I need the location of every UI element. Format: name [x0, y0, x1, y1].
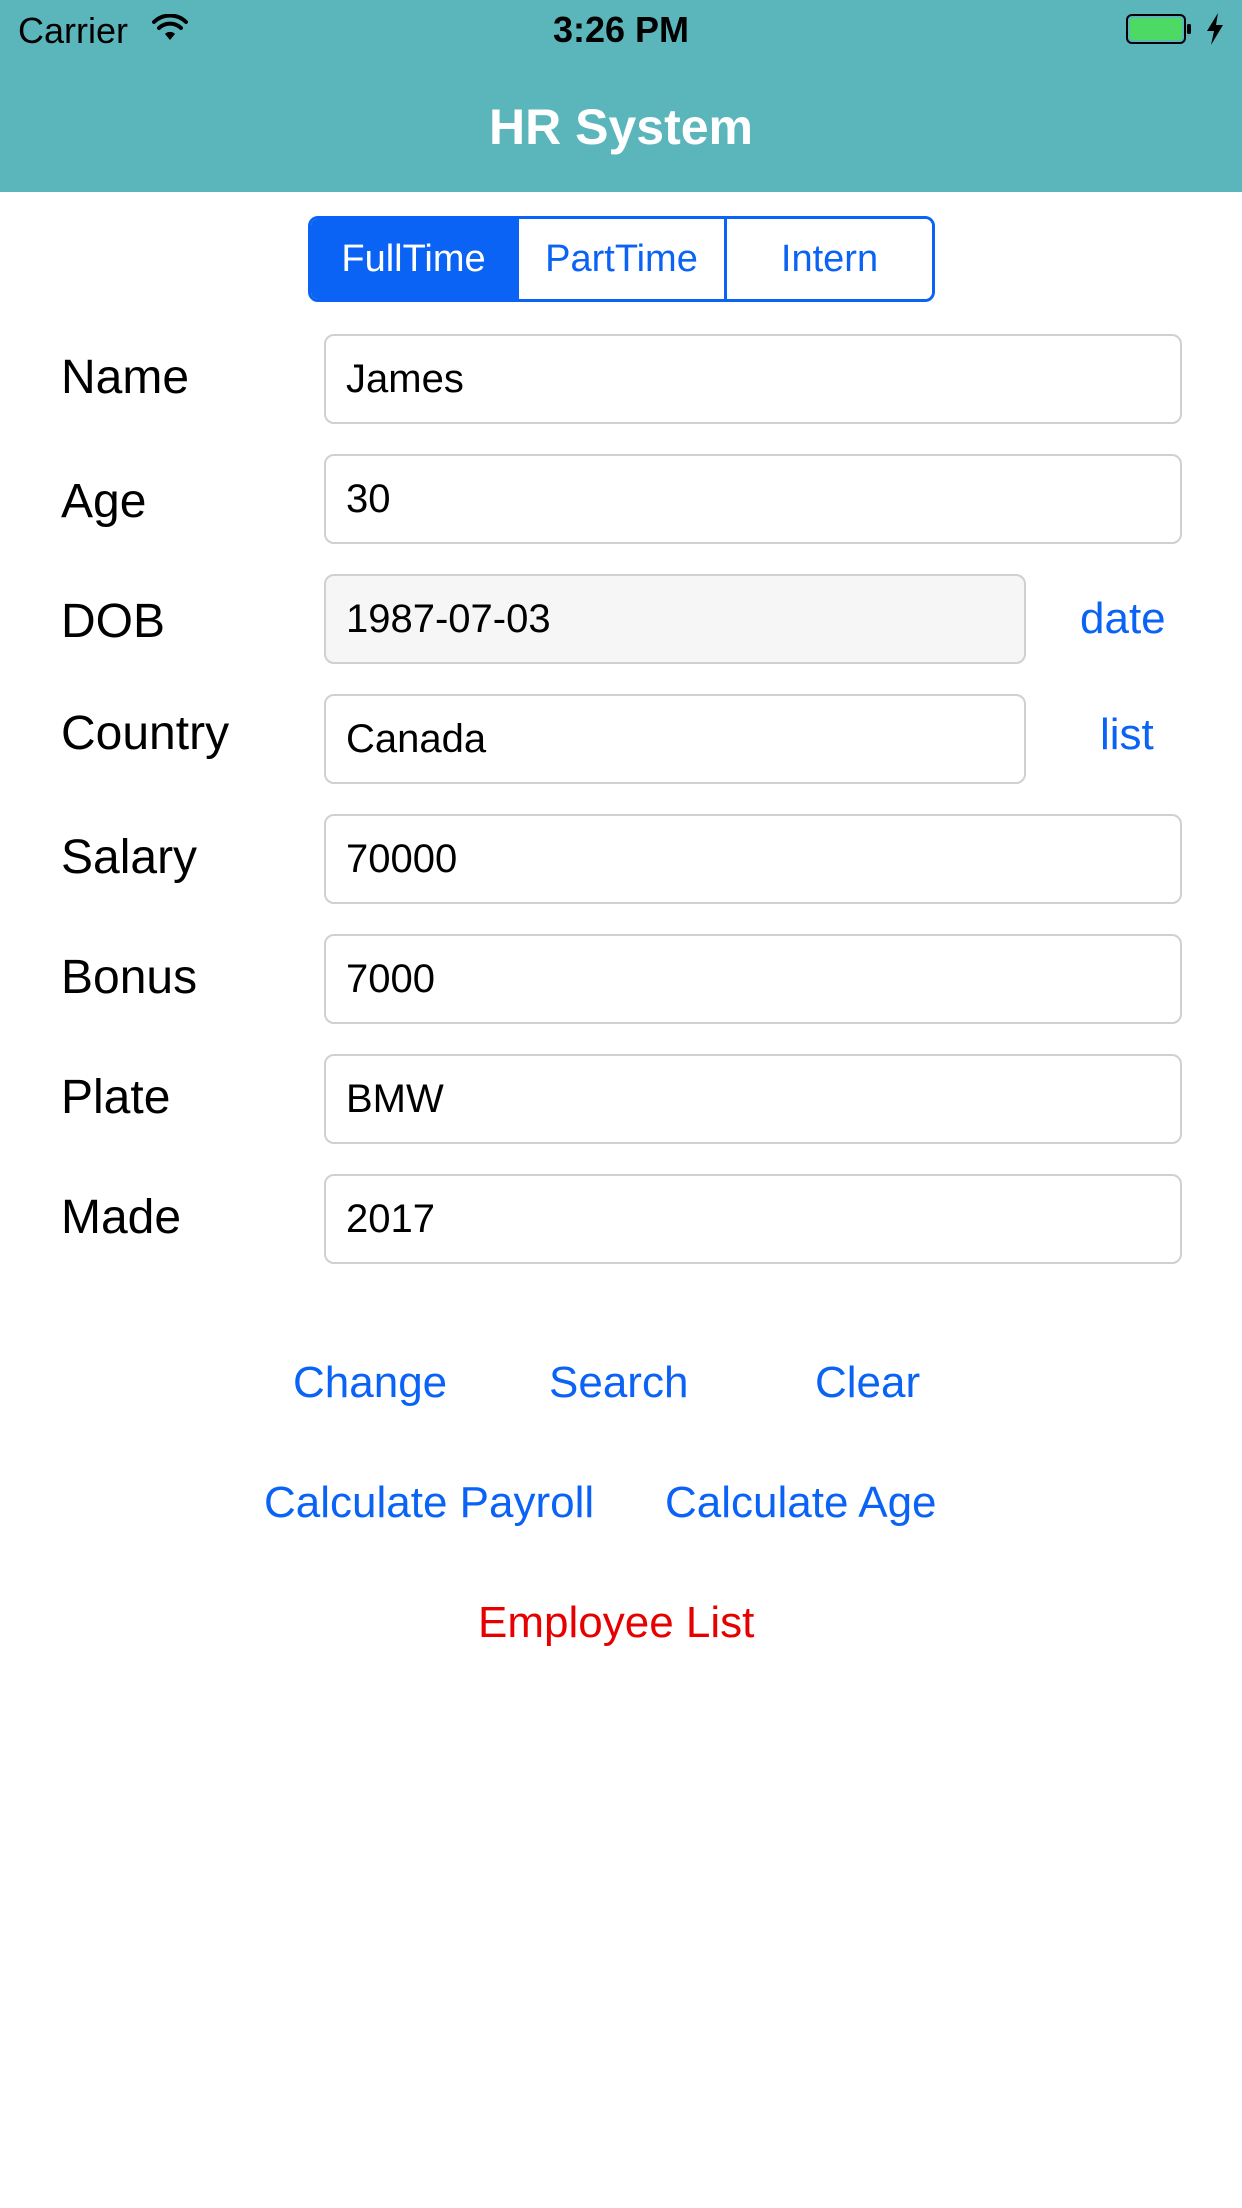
clear-button[interactable]: Clear — [815, 1358, 920, 1408]
plate-field[interactable]: BMW — [324, 1054, 1182, 1144]
age-label: Age — [61, 475, 147, 528]
made-field[interactable]: 2017 — [324, 1174, 1182, 1264]
calculate-payroll-button[interactable]: Calculate Payroll — [264, 1478, 594, 1528]
segment-fulltime[interactable]: FullTime — [311, 219, 519, 299]
page-title: HR System — [489, 99, 753, 155]
segment-intern[interactable]: Intern — [727, 219, 932, 299]
name-label: Name — [61, 351, 190, 404]
name-field[interactable]: James — [324, 334, 1182, 424]
made-label: Made — [61, 1191, 182, 1244]
search-button[interactable]: Search — [549, 1358, 688, 1408]
navigation-header: Carrier 3:26 PM HR System — [0, 0, 1242, 192]
plate-label: Plate — [61, 1071, 171, 1124]
salary-label: Salary — [61, 831, 198, 884]
country-list-button[interactable]: list — [1100, 710, 1154, 760]
segment-parttime[interactable]: PartTime — [519, 219, 727, 299]
date-picker-button[interactable]: date — [1080, 594, 1166, 644]
bonus-field[interactable]: 7000 — [324, 934, 1182, 1024]
status-time: 3:26 PM — [552, 9, 690, 50]
salary-field[interactable]: 70000 — [324, 814, 1182, 904]
bonus-label: Bonus — [61, 951, 198, 1004]
age-field[interactable]: 30 — [324, 454, 1182, 544]
country-label: Country — [61, 707, 230, 760]
dob-label: DOB — [61, 595, 166, 648]
battery-icon — [1126, 14, 1191, 44]
calculate-age-button[interactable]: Calculate Age — [665, 1478, 937, 1528]
employee-type-segmented-control: FullTime PartTime Intern — [308, 216, 935, 302]
bolt-icon — [1207, 13, 1223, 45]
country-field[interactable]: Canada — [324, 694, 1026, 784]
employee-list-button[interactable]: Employee List — [478, 1598, 754, 1648]
change-button[interactable]: Change — [293, 1358, 447, 1408]
status-bar: Carrier 3:26 PM — [0, 0, 1242, 62]
dob-field: 1987-07-03 — [324, 574, 1026, 664]
